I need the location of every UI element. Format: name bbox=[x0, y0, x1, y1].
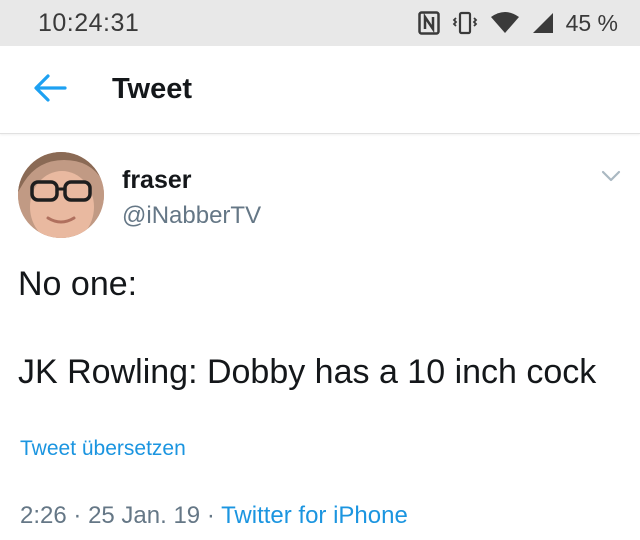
status-bar: 10:24:31 45 % bbox=[0, 0, 640, 46]
app-bar: Tweet bbox=[0, 46, 640, 134]
tweet-source-link[interactable]: Twitter for iPhone bbox=[221, 502, 408, 529]
nfc-icon bbox=[417, 11, 440, 35]
status-time: 10:24:31 bbox=[38, 8, 140, 37]
separator: · bbox=[73, 502, 82, 529]
author-handle[interactable]: @iNabberTV bbox=[122, 202, 261, 230]
tweet-text-line: No one: bbox=[18, 265, 138, 303]
wifi-icon bbox=[490, 11, 520, 35]
avatar[interactable] bbox=[18, 152, 104, 238]
author-display-name[interactable]: fraser bbox=[122, 166, 192, 195]
tweet-text-line: JK Rowling: Dobby has a 10 inch cock bbox=[18, 353, 597, 391]
vibrate-icon bbox=[452, 11, 478, 35]
battery-level: 45 % bbox=[565, 9, 618, 36]
signal-icon bbox=[532, 12, 554, 34]
separator: · bbox=[206, 502, 215, 529]
chevron-down-icon bbox=[598, 170, 624, 190]
arrow-left-icon bbox=[33, 73, 67, 108]
tweet-date: 25 Jan. 19 bbox=[88, 502, 201, 529]
page-title: Tweet bbox=[112, 73, 193, 105]
tweet-menu-button[interactable] bbox=[598, 166, 624, 186]
translate-tweet-link[interactable]: Tweet übersetzen bbox=[20, 437, 186, 461]
tweet-metadata: 2:26 · 25 Jan. 19 · Twitter for iPhone bbox=[20, 502, 408, 530]
tweet-text: No one: JK Rowling: Dobby has a 10 inch … bbox=[18, 262, 628, 394]
status-icons: 45 % bbox=[417, 9, 618, 37]
back-button[interactable] bbox=[30, 72, 70, 108]
tweet-time: 2:26 bbox=[20, 502, 67, 529]
